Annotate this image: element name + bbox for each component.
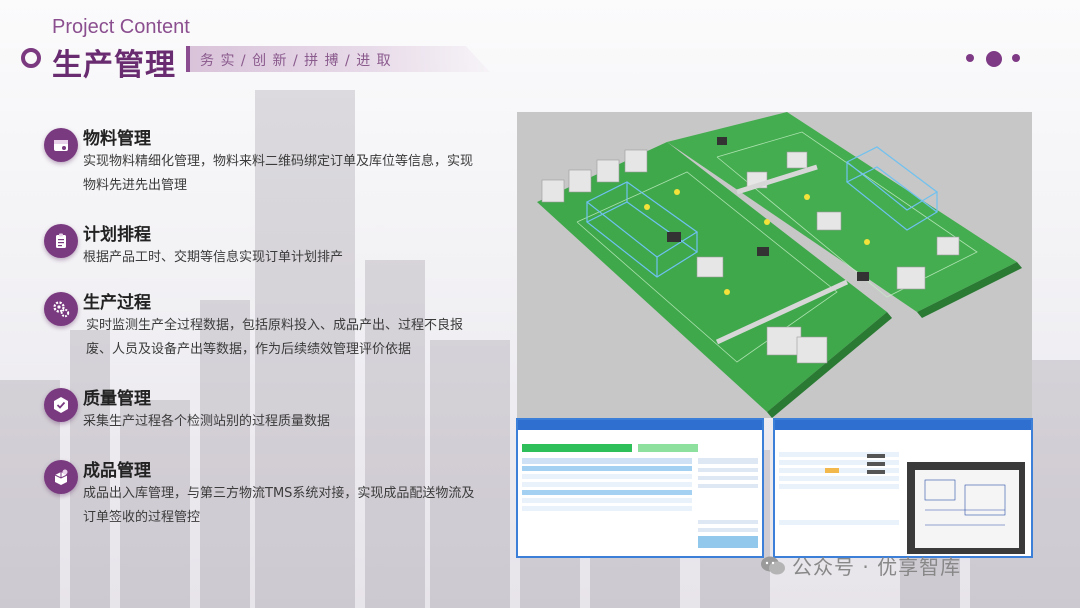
factory-3d-rendering xyxy=(517,112,1032,418)
gears-icon xyxy=(44,292,78,326)
item-description: 成品出入库管理，与第三方物流TMS系统对接，实现成品配送物流及订单签收的过程管控 xyxy=(83,486,475,525)
item-description: 实现物料精细化管理，物料来料二维码绑定订单及库位等信息，实现物料先进先出管理 xyxy=(83,154,474,193)
quality-check-icon xyxy=(44,388,78,422)
item-title: 计划排程 xyxy=(83,225,151,245)
item-description: 实时监测生产全过程数据，包括原料投入、成品产出、过程不良报废、人员及设备产出等数… xyxy=(86,318,464,357)
item-title: 成品管理 xyxy=(83,461,151,481)
item-description: 根据产品工时、交期等信息实现订单计划排产 xyxy=(83,250,344,265)
slogan-text: 务 实 / 创 新 / 拼 搏 / 进 取 xyxy=(200,53,392,69)
product-box-icon xyxy=(44,460,78,494)
clipboard-icon xyxy=(44,224,78,258)
watermark: 公众号 · 优享智库 xyxy=(760,551,961,580)
item-title: 质量管理 xyxy=(83,389,151,409)
item-title: 物料管理 xyxy=(83,129,151,149)
page-title: 生产管理 xyxy=(52,48,176,83)
item-description: 采集生产过程各个检测站别的过程质量数据 xyxy=(83,414,331,429)
box-icon xyxy=(44,128,78,162)
mes-screenshot-right xyxy=(773,418,1033,558)
wechat-icon xyxy=(761,556,785,574)
item-title: 生产过程 xyxy=(83,293,151,313)
english-title: Project Content xyxy=(52,16,190,38)
title-ring-icon xyxy=(21,48,41,68)
watermark-text: 公众号 · 优享智库 xyxy=(792,555,962,579)
mes-screenshot-left xyxy=(516,418,764,558)
